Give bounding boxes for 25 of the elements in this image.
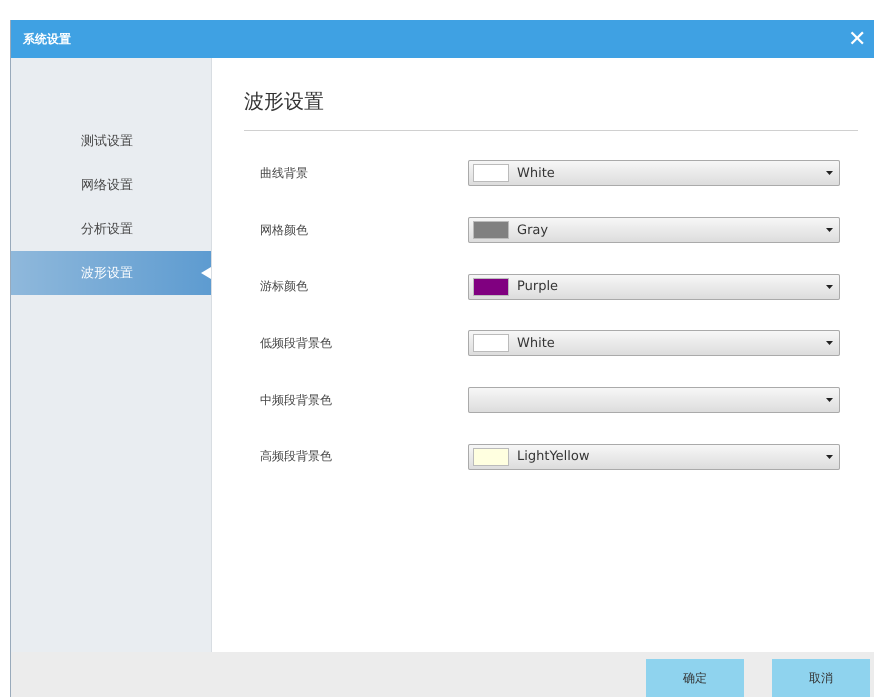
color-dropdown[interactable] (468, 387, 840, 414)
sidebar-item[interactable]: 分析设置 (11, 207, 211, 251)
field-label: 高频段背景色 (260, 448, 333, 466)
sidebar-item[interactable]: 网络设置 (11, 163, 211, 207)
color-dropdown[interactable]: LightYellow (468, 444, 840, 470)
color-dropdown[interactable]: White (468, 330, 840, 356)
dialog-button[interactable]: 取消 (772, 659, 870, 697)
color-dropdown[interactable]: Gray (468, 217, 840, 244)
section-heading: 波形设置 (244, 88, 325, 115)
caret-icon (826, 454, 833, 459)
caret-icon (826, 228, 833, 232)
sidebar-item[interactable]: 测试设置 (11, 119, 211, 163)
window-title: 系统设置 (23, 30, 71, 48)
field-label: 中频段背景色 (260, 392, 333, 409)
color-dropdown[interactable]: White (468, 160, 840, 186)
caret-icon (826, 341, 833, 346)
color-dropdown[interactable]: Purple (468, 274, 840, 300)
field-label: 低频段背景色 (260, 334, 333, 352)
field-label: 曲线背景 (260, 164, 309, 182)
field-label: 网格颜色 (260, 222, 309, 239)
caret-icon (826, 171, 833, 176)
caret-icon (826, 284, 833, 289)
dialog-button[interactable]: 确定 (646, 659, 744, 697)
field-label: 游标颜色 (260, 278, 309, 296)
caret-icon (826, 398, 833, 402)
